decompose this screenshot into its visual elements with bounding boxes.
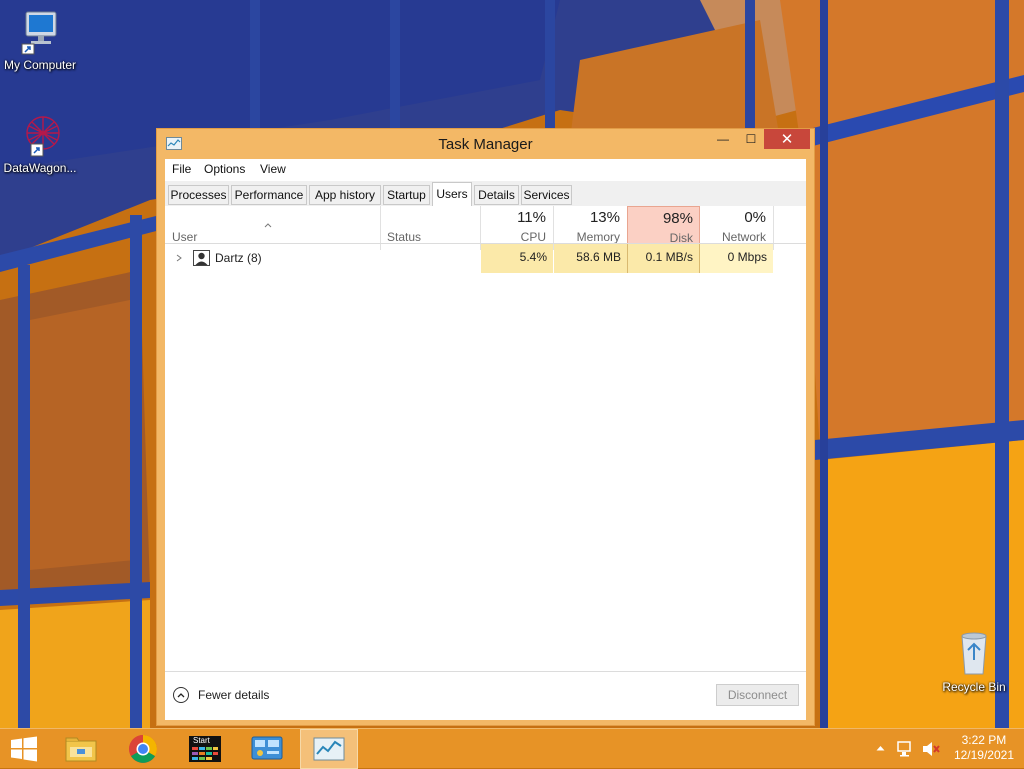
fewer-details-label: Fewer details	[198, 688, 270, 702]
minimize-button[interactable]: —	[709, 129, 737, 149]
desktop-icon-label: My Computer	[3, 58, 77, 72]
maximize-button[interactable]: ☐	[737, 129, 765, 149]
taskbar-control-panel[interactable]	[238, 729, 296, 769]
taskbar-clock[interactable]: 3:22 PM 12/19/2021	[954, 733, 1014, 763]
menu-bar: File Options View	[165, 159, 806, 181]
network-icon[interactable]	[897, 741, 915, 757]
desktop-icon-my-computer[interactable]: My Computer	[0, 10, 80, 72]
tab-users[interactable]: Users	[432, 182, 472, 206]
desktop-icon-label: Recycle Bin	[942, 680, 1006, 694]
tab-app-history[interactable]: App history	[309, 185, 381, 205]
control-panel-icon	[251, 736, 283, 760]
start-button[interactable]	[0, 729, 48, 769]
datawagon-logo-icon	[26, 116, 60, 157]
cell-cpu: 5.4%	[481, 244, 553, 273]
tab-startup[interactable]: Startup	[383, 185, 430, 205]
tab-strip: Processes Performance App history Startu…	[165, 181, 806, 228]
fewer-details-toggle[interactable]: Fewer details	[173, 685, 269, 705]
close-button[interactable]: ✕	[764, 129, 810, 149]
menu-file[interactable]: File	[172, 162, 191, 176]
column-label-status: Status	[387, 230, 422, 244]
chrome-icon	[129, 735, 157, 763]
volume-muted-icon[interactable]	[922, 741, 940, 757]
expand-chevron-icon[interactable]	[176, 254, 182, 262]
recycle-bin-icon	[961, 632, 987, 675]
cell-memory: 58.6 MB	[554, 244, 627, 273]
menu-view[interactable]: View	[260, 162, 286, 176]
clock-date: 12/19/2021	[953, 748, 1014, 762]
network-total-percent: 0%	[744, 209, 766, 226]
tab-processes[interactable]: Processes	[168, 185, 229, 205]
maximize-icon: ☐	[745, 132, 757, 146]
minimize-icon: —	[717, 132, 729, 146]
memory-total-percent: 13%	[589, 209, 620, 226]
show-hidden-icons-arrow[interactable]	[876, 745, 885, 751]
taskbar: Start 3:22 PM 12/19/2021	[0, 728, 1024, 769]
user-name: Dartz (8)	[215, 251, 262, 265]
tab-services[interactable]: Services	[521, 185, 572, 205]
desktop-icon-datawagon[interactable]: DataWagon...	[0, 113, 80, 175]
disconnect-button[interactable]: Disconnect	[716, 684, 799, 706]
cpu-total-percent: 11%	[517, 209, 546, 226]
start-tile-label: Start	[193, 736, 210, 745]
task-manager-window[interactable]: Task Manager — ☐ ✕ File Options View Pro…	[156, 128, 815, 726]
menu-options[interactable]: Options	[204, 162, 245, 176]
taskbar-file-explorer[interactable]	[52, 729, 110, 769]
footer-divider	[165, 671, 806, 672]
computer-icon	[21, 11, 57, 55]
windows-logo-icon	[11, 736, 37, 762]
column-label-cpu: CPU	[520, 230, 546, 244]
taskbar-task-manager[interactable]	[300, 729, 358, 769]
chevron-up-circle-icon	[173, 687, 189, 703]
desktop-icon-label: DataWagon...	[3, 161, 77, 175]
taskbar-chrome[interactable]	[114, 729, 172, 769]
title-bar[interactable]: Task Manager — ☐ ✕	[157, 129, 814, 159]
desktop-icon-recycle-bin[interactable]: Recycle Bin	[934, 630, 1014, 694]
file-explorer-icon	[65, 737, 97, 762]
column-label-user: User	[172, 230, 198, 244]
tab-details[interactable]: Details	[474, 185, 519, 205]
task-manager-content: File Options View Processes Performance …	[165, 159, 806, 720]
task-manager-icon	[313, 737, 345, 761]
cell-disk: 0.1 MB/s	[627, 244, 700, 273]
close-icon: ✕	[780, 131, 794, 148]
column-label-memory: Memory	[576, 230, 620, 244]
clock-time: 3:22 PM	[961, 733, 1007, 747]
cell-network: 0 Mbps	[700, 244, 773, 273]
tab-performance[interactable]: Performance	[231, 185, 307, 205]
column-label-network: Network	[721, 230, 766, 244]
taskbar-start-tile-app[interactable]: Start	[176, 729, 234, 769]
user-avatar-icon	[193, 250, 210, 266]
disk-total-percent: 98%	[662, 210, 693, 227]
